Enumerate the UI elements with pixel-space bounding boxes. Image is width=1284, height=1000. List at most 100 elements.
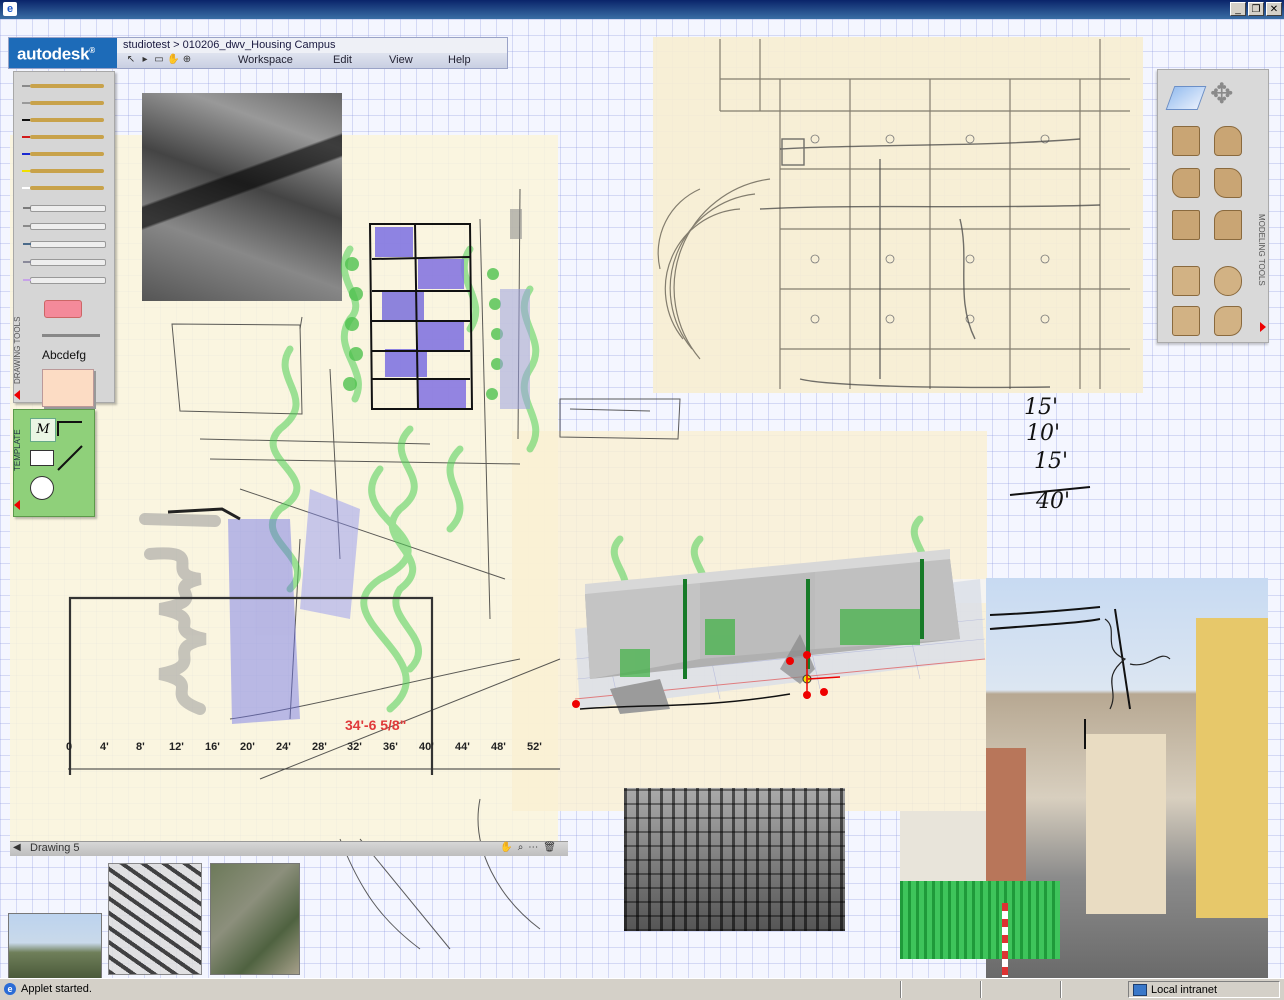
ruler-tick: 40' [419, 741, 434, 753]
pen-blue-tool[interactable] [22, 152, 104, 156]
ruler-tick: 20' [240, 741, 255, 753]
street-building-yellow [1196, 618, 1268, 918]
logo-text: autodesk [17, 44, 90, 64]
menu-view[interactable]: View [389, 54, 413, 66]
ruler-tick: 16' [205, 741, 220, 753]
collapse-arrow-icon[interactable] [14, 390, 20, 400]
zone-text: Local intranet [1151, 983, 1218, 996]
close-button[interactable]: ✕ [1266, 2, 1282, 16]
drawing-label: Drawing 5 [30, 842, 80, 854]
cut-tool[interactable] [42, 334, 100, 337]
menu-workspace[interactable]: Workspace [238, 54, 293, 66]
polyline-icon[interactable] [56, 416, 86, 442]
signature-stamp-icon[interactable]: M [30, 418, 56, 442]
pen-yellow-tool[interactable] [22, 169, 104, 173]
pencil-tool[interactable] [22, 84, 104, 88]
construction-fence [900, 881, 1060, 959]
ruler-tick: 8' [136, 741, 145, 753]
circle-icon[interactable] [30, 476, 54, 500]
line-icon[interactable] [56, 444, 86, 472]
ruler-tick: 12' [169, 741, 184, 753]
ruler-tick: 36' [383, 741, 398, 753]
box-shape-icon[interactable] [1172, 126, 1200, 156]
paper-swatch-tool[interactable] [42, 369, 94, 407]
construction-photo-workers[interactable] [624, 788, 845, 931]
marker-grey-tool[interactable] [23, 223, 106, 230]
status-bar: e Applet started. Local intranet [0, 978, 1284, 1000]
union-curve-icon[interactable] [1214, 306, 1242, 336]
autodesk-logo: autodesk® [9, 38, 117, 68]
drawing-prev-icon[interactable]: ◀ [13, 842, 21, 853]
curved-box-icon[interactable] [1172, 168, 1200, 198]
barrier-pole [1002, 903, 1008, 977]
thumbnail-aerial[interactable] [210, 863, 300, 975]
pan-icon[interactable]: ✋ [500, 842, 512, 853]
thumbnail-landscape[interactable] [8, 913, 102, 978]
thumbnail-site-map[interactable] [108, 863, 202, 975]
ruler-tick: 0 [66, 741, 73, 753]
ruler-tick: 28' [312, 741, 327, 753]
move-arrows-icon[interactable]: ✥ [1210, 80, 1233, 108]
ruler-tick: 4' [100, 741, 109, 753]
marker-slate-tool[interactable] [23, 259, 106, 266]
pencil-tool[interactable] [22, 101, 104, 105]
breadcrumb[interactable]: studiotest > 010206_dwv_Housing Campus [123, 39, 336, 51]
measurement-readout: 34'-6 5/8" [345, 717, 407, 733]
drawing-bar[interactable]: ◀ Drawing 5 ✋ ⌕ ⋯ 🗑 [10, 841, 568, 856]
sketch-canvas[interactable]: 15' 10' 15' 40' 0 4' 8' 12' 16' 20' 24' … [0, 19, 1284, 978]
curved-wall-icon[interactable] [1214, 168, 1242, 198]
restore-button[interactable]: ❐ [1248, 2, 1264, 16]
status-divider [1060, 981, 1062, 998]
folded-wall-icon[interactable] [1172, 210, 1200, 240]
ruler-tick: 48' [491, 741, 506, 753]
pointer-icon[interactable]: ↖ [125, 54, 137, 66]
window-icon[interactable]: ▭ [153, 54, 165, 66]
ruler-tick: 44' [455, 741, 470, 753]
template-collapse-icon[interactable] [14, 500, 20, 510]
zoom-icon[interactable]: ⌕ [518, 842, 524, 853]
subtract-box-icon[interactable] [1172, 266, 1200, 296]
sketch-note-3: 15' [1034, 449, 1069, 474]
pen-black-tool[interactable] [22, 118, 104, 122]
trash-icon[interactable]: 🗑 [543, 842, 556, 853]
minimize-button[interactable]: _ [1230, 2, 1246, 16]
menu-edit[interactable]: Edit [333, 54, 352, 66]
status-divider [980, 981, 982, 998]
construction-photo-crane[interactable] [142, 93, 342, 301]
street-building-middle [1086, 734, 1166, 914]
sketch-note-1: 15' [1024, 395, 1059, 420]
sketch-note-2: 10' [1026, 421, 1061, 446]
sketch-note-4: 40' [1036, 489, 1071, 514]
status-text: Applet started. [21, 983, 92, 995]
drawing-tools-palette: DRAWING TOOLS Abcdefg [13, 71, 115, 407]
cylinder-shape-icon[interactable] [1214, 126, 1242, 156]
status-divider [900, 981, 902, 998]
ground-plane-icon[interactable] [1165, 86, 1207, 110]
marker-lilac-tool[interactable] [23, 277, 106, 284]
hand-icon[interactable]: ✋ [167, 54, 179, 66]
subtract-cylinder-icon[interactable] [1214, 266, 1242, 296]
paper-sheet-center[interactable] [512, 431, 987, 811]
modeling-collapse-icon[interactable] [1260, 322, 1266, 332]
text-tool[interactable]: Abcdefg [42, 348, 86, 362]
paper-sheet-floorplan[interactable] [653, 37, 1143, 393]
modeling-tools-title: MODELING TOOLS [1257, 214, 1266, 286]
zoom-tool-icon[interactable]: ⊕ [181, 54, 193, 66]
select-icon[interactable]: ▸ [139, 54, 151, 66]
ruler-tick: 52' [527, 741, 542, 753]
union-box-icon[interactable] [1172, 306, 1200, 336]
divider-icon: ⋯ [528, 842, 539, 853]
tapered-wall-icon[interactable] [1214, 210, 1242, 240]
rectangle-icon[interactable] [30, 450, 54, 466]
pen-white-tool[interactable] [22, 186, 104, 190]
page-icon: e [4, 983, 16, 995]
pen-red-tool[interactable] [22, 135, 104, 139]
ruler-tick: 32' [347, 741, 362, 753]
ruler-tick: 24' [276, 741, 291, 753]
marker-grey-tool[interactable] [23, 205, 106, 212]
eraser-tool[interactable] [44, 300, 82, 318]
local-intranet-icon [1133, 983, 1147, 996]
modeling-tools-palette: MODELING TOOLS ✥ [1157, 69, 1269, 343]
menu-help[interactable]: Help [448, 54, 471, 66]
marker-teal-tool[interactable] [23, 241, 106, 248]
